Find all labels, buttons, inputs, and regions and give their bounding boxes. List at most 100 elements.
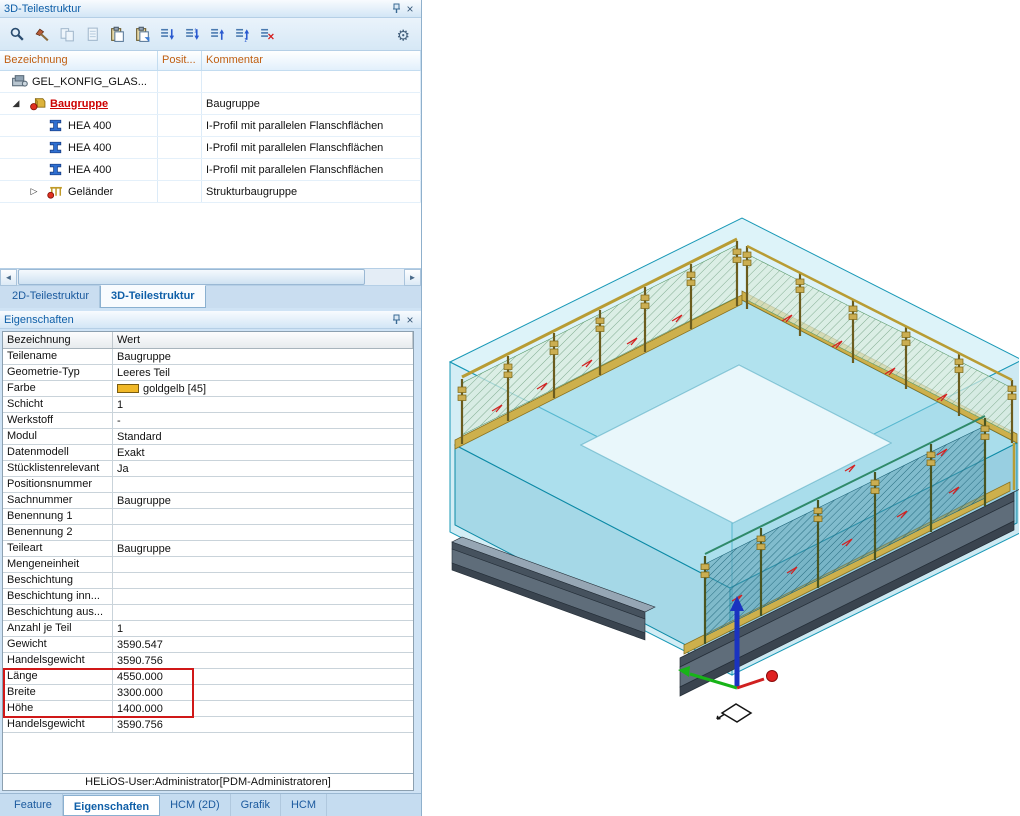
tree-row-hea-400[interactable]: HEA 400I-Profil mit parallelen Flanschfl…	[0, 137, 421, 159]
property-row-teilename[interactable]: TeilenameBaugruppe	[3, 349, 413, 365]
property-value[interactable]	[113, 477, 413, 492]
scroll-right-button[interactable]: ►	[404, 269, 421, 286]
property-row-werkstoff[interactable]: Werkstoff-	[3, 413, 413, 429]
pin-icon[interactable]	[389, 313, 403, 327]
tree-row-baugruppe[interactable]: ◢BaugruppeBaugruppe	[0, 93, 421, 115]
find-button[interactable]	[5, 22, 29, 46]
close-icon[interactable]: ×	[403, 2, 417, 16]
property-value[interactable]: goldgelb [45]	[113, 381, 413, 396]
tab-feature[interactable]: Feature	[4, 794, 63, 816]
copy-button[interactable]	[55, 22, 79, 46]
property-row-handelsgewicht[interactable]: Handelsgewicht3590.756	[3, 717, 413, 733]
scroll-left-button[interactable]: ◄	[0, 269, 17, 286]
collapse-icon[interactable]: ◢	[10, 98, 22, 109]
tab-eigenschaften[interactable]: Eigenschaften	[63, 795, 160, 816]
property-value[interactable]: 1400.000	[113, 701, 413, 716]
property-row-positionsnummer[interactable]: Positionsnummer	[3, 477, 413, 493]
property-row-teileart[interactable]: TeileartBaugruppe	[3, 541, 413, 557]
property-row-hoehe[interactable]: Höhe1400.000	[3, 701, 413, 717]
sort-ascending-button[interactable]: 1	[180, 22, 204, 46]
property-row-modul[interactable]: ModulStandard	[3, 429, 413, 445]
property-value[interactable]	[113, 605, 413, 620]
property-name: Schicht	[3, 397, 113, 412]
property-value[interactable]: 3590.756	[113, 717, 413, 732]
sort-position-button[interactable]: 1	[230, 22, 254, 46]
assembly-icon	[29, 96, 46, 111]
scrollbar-track[interactable]	[18, 269, 403, 285]
tab-hcm[interactable]: HCM	[281, 794, 327, 816]
property-value-text: Ja	[117, 463, 129, 475]
column-header-posit[interactable]: Posit...	[158, 51, 202, 70]
property-value[interactable]: Baugruppe	[113, 493, 413, 508]
property-value[interactable]: 1	[113, 621, 413, 636]
3d-model-scene	[422, 0, 1019, 816]
property-row-stuecklistenrelevant[interactable]: StücklistenrelevantJa	[3, 461, 413, 477]
column-header-bezeichnung[interactable]: Bezeichnung	[0, 51, 158, 70]
structure-toolbar: 11×⚙	[0, 18, 421, 51]
property-row-benennung-2[interactable]: Benennung 2	[3, 525, 413, 541]
tree-row-gelaender[interactable]: ▷GeländerStrukturbaugruppe	[0, 181, 421, 203]
property-column-header-wert[interactable]: Wert	[113, 332, 413, 348]
property-value[interactable]: 3590.756	[113, 653, 413, 668]
property-row-beschichtung[interactable]: Beschichtung	[3, 573, 413, 589]
tab-hcm-2d[interactable]: HCM (2D)	[160, 794, 231, 816]
column-header-kommentar[interactable]: Kommentar	[202, 51, 421, 70]
paste-special-button[interactable]	[130, 22, 154, 46]
scrollbar-thumb[interactable]	[18, 269, 365, 285]
property-value[interactable]: 3300.000	[113, 685, 413, 700]
sort-remove-button[interactable]: ×	[255, 22, 279, 46]
property-name: Länge	[3, 669, 113, 684]
property-row-beschichtung-aus[interactable]: Beschichtung aus...	[3, 605, 413, 621]
property-row-beschichtung-inn[interactable]: Beschichtung inn...	[3, 589, 413, 605]
property-row-mengeneinheit[interactable]: Mengeneinheit	[3, 557, 413, 573]
property-row-datenmodell[interactable]: DatenmodellExakt	[3, 445, 413, 461]
tab-grafik[interactable]: Grafik	[231, 794, 281, 816]
property-column-header-bezeichnung[interactable]: Bezeichnung	[3, 332, 113, 348]
property-row-farbe[interactable]: Farbegoldgelb [45]	[3, 381, 413, 397]
pin-icon[interactable]	[389, 2, 403, 16]
tree-row-hea-400[interactable]: HEA 400I-Profil mit parallelen Flanschfl…	[0, 159, 421, 181]
property-value[interactable]: -	[113, 413, 413, 428]
tab-3d-teilestruktur[interactable]: 3D-Teilestruktur	[100, 285, 206, 308]
property-value[interactable]	[113, 525, 413, 540]
sort-descending-button[interactable]	[205, 22, 229, 46]
viewport-3d[interactable]	[422, 0, 1020, 816]
property-row-geometrie-typ[interactable]: Geometrie-TypLeeres Teil	[3, 365, 413, 381]
tree-row-hea-400[interactable]: HEA 400I-Profil mit parallelen Flanschfl…	[0, 115, 421, 137]
edit-axe-button[interactable]	[30, 22, 54, 46]
property-value[interactable]	[113, 573, 413, 588]
property-row-anzahl-je-teil[interactable]: Anzahl je Teil1	[3, 621, 413, 637]
property-value[interactable]: 4550.000	[113, 669, 413, 684]
horizontal-scrollbar[interactable]: ◄ ►	[0, 269, 421, 286]
beam-profile-icon	[47, 118, 64, 133]
property-value[interactable]: Exakt	[113, 445, 413, 460]
property-value[interactable]	[113, 509, 413, 524]
property-row-schicht[interactable]: Schicht1	[3, 397, 413, 413]
property-row-breite[interactable]: Breite3300.000	[3, 685, 413, 701]
close-icon[interactable]: ×	[403, 313, 417, 327]
property-value[interactable]: Ja	[113, 461, 413, 476]
paste-button[interactable]	[105, 22, 129, 46]
property-value[interactable]	[113, 589, 413, 604]
property-value[interactable]: 1	[113, 397, 413, 412]
expand-icon[interactable]: ▷	[28, 186, 40, 197]
property-row-gewicht[interactable]: Gewicht3590.547	[3, 637, 413, 653]
document-button[interactable]	[80, 22, 104, 46]
property-row-sachnummer[interactable]: SachnummerBaugruppe	[3, 493, 413, 509]
tree-row-gel-konfig-glas[interactable]: GEL_KONFIG_GLAS...	[0, 71, 421, 93]
settings-gear-button[interactable]: ⚙	[392, 22, 416, 46]
property-value[interactable]: Leeres Teil	[113, 365, 413, 380]
property-row-handelsgewicht[interactable]: Handelsgewicht3590.756	[3, 653, 413, 669]
property-value[interactable]: Standard	[113, 429, 413, 444]
property-value[interactable]: Baugruppe	[113, 541, 413, 556]
property-value[interactable]: 3590.547	[113, 637, 413, 652]
tab-2d-teilestruktur[interactable]: 2D-Teilestruktur	[2, 286, 100, 308]
paste-special-icon	[134, 26, 151, 43]
property-value[interactable]	[113, 557, 413, 572]
property-value[interactable]: Baugruppe	[113, 349, 413, 364]
property-row-benennung-1[interactable]: Benennung 1	[3, 509, 413, 525]
property-name: Anzahl je Teil	[3, 621, 113, 636]
property-row-laenge[interactable]: Länge4550.000	[3, 669, 413, 685]
sort-tree-button[interactable]	[155, 22, 179, 46]
property-name: Breite	[3, 685, 113, 700]
